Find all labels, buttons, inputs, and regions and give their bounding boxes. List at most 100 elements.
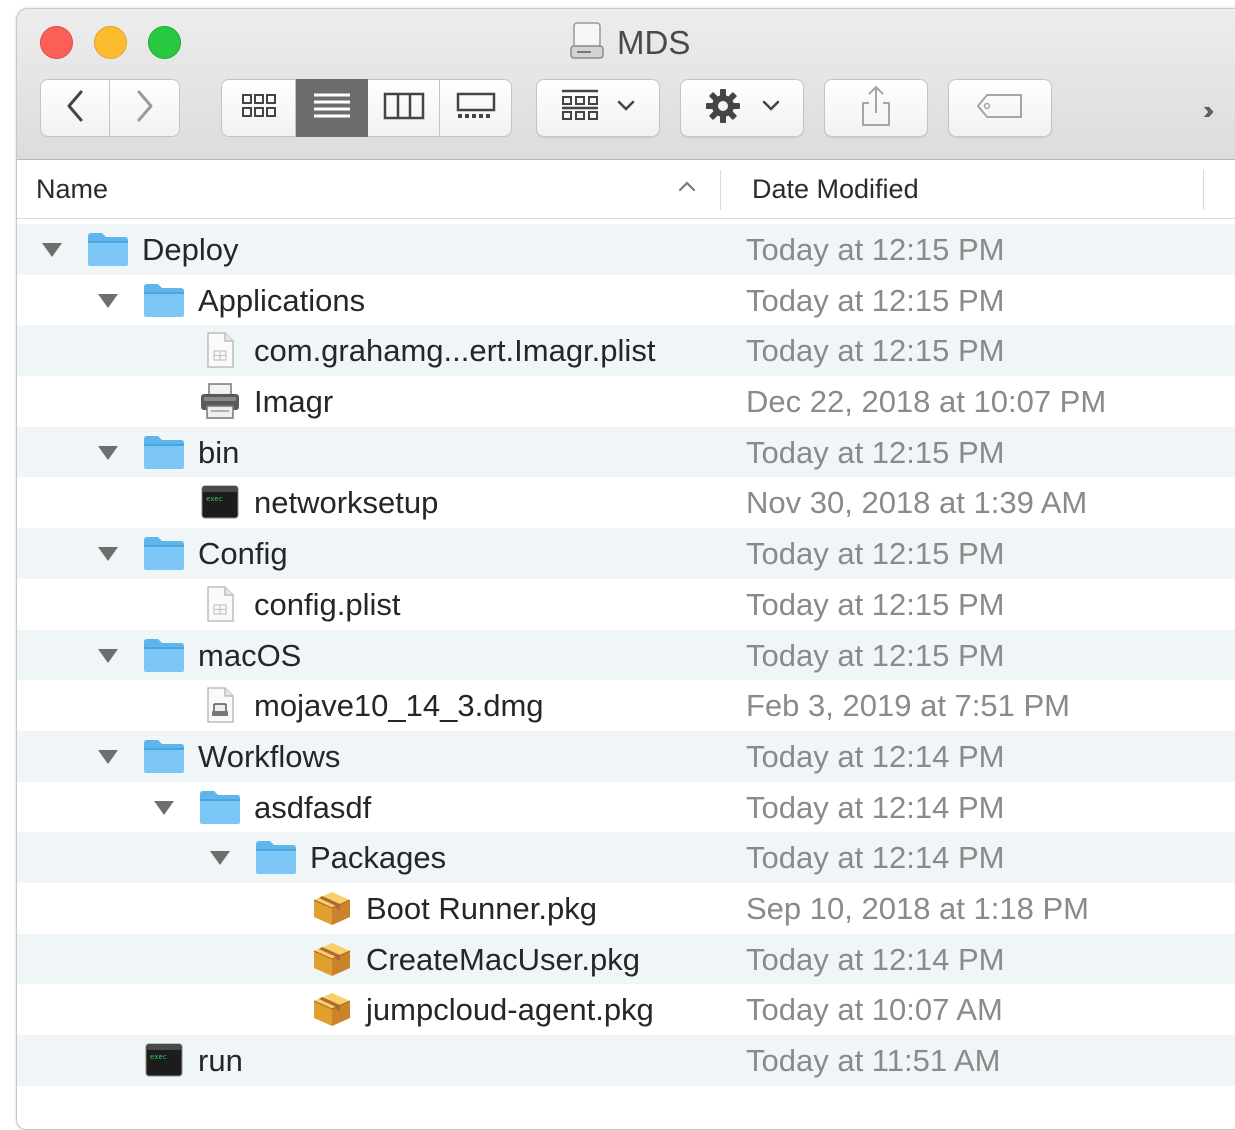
file-name: Config bbox=[198, 536, 288, 572]
list-view-button[interactable] bbox=[296, 79, 368, 137]
folder-icon bbox=[86, 230, 130, 268]
plist-file-icon bbox=[198, 585, 242, 623]
icon-view-button[interactable] bbox=[221, 79, 296, 137]
folder-icon bbox=[142, 281, 186, 319]
name-column-header[interactable]: Name bbox=[36, 174, 108, 205]
file-name: Workflows bbox=[198, 738, 341, 774]
svg-text:exec: exec bbox=[150, 1053, 167, 1061]
close-button[interactable] bbox=[40, 26, 73, 59]
file-row[interactable]: Imagr Dec 22, 2018 at 10:07 PM bbox=[17, 376, 1235, 427]
file-date-modified: Today at 12:14 PM bbox=[746, 941, 1005, 977]
share-button[interactable] bbox=[824, 79, 928, 137]
gallery-view-icon bbox=[456, 92, 496, 125]
file-row[interactable]: config.plist Today at 12:15 PM bbox=[17, 579, 1235, 630]
terminal-executable-icon: exec bbox=[198, 483, 242, 521]
chevron-left-icon bbox=[65, 89, 85, 128]
column-divider[interactable] bbox=[720, 170, 721, 210]
file-date-modified: Today at 12:15 PM bbox=[746, 333, 1005, 369]
chevron-right-icon bbox=[135, 89, 155, 128]
file-name: mojave10_14_3.dmg bbox=[254, 688, 544, 724]
svg-text:exec: exec bbox=[206, 495, 223, 503]
folder-icon bbox=[142, 433, 186, 471]
file-name: Imagr bbox=[254, 384, 334, 420]
file-row[interactable]: asdfasdf Today at 12:14 PM bbox=[17, 782, 1235, 833]
file-row[interactable]: exec run Today at 11:51 AM bbox=[17, 1035, 1235, 1086]
file-row[interactable]: Config Today at 12:15 PM bbox=[17, 528, 1235, 579]
file-name: run bbox=[198, 1043, 243, 1078]
file-date-modified: Today at 12:15 PM bbox=[746, 637, 1005, 673]
file-row[interactable]: Boot Runner.pkg Sep 10, 2018 at 1:18 PM bbox=[17, 883, 1235, 934]
file-date-modified: Feb 3, 2019 at 7:51 PM bbox=[746, 688, 1070, 724]
tag-icon bbox=[975, 92, 1025, 125]
disclosure-triangle-expanded-icon[interactable] bbox=[40, 241, 64, 264]
file-date-modified: Today at 12:15 PM bbox=[746, 536, 1005, 572]
printer-app-icon bbox=[198, 382, 242, 420]
file-name: com.grahamg...ert.Imagr.plist bbox=[254, 333, 656, 369]
action-button[interactable] bbox=[680, 79, 804, 137]
file-name: Packages bbox=[310, 840, 447, 876]
disk-image-file-icon bbox=[198, 686, 242, 724]
navigation-buttons bbox=[40, 79, 180, 137]
toolbar-overflow-button[interactable]: ›› bbox=[1203, 95, 1215, 126]
file-row[interactable]: com.grahamg...ert.Imagr.plist Today at 12… bbox=[17, 325, 1235, 377]
folder-icon bbox=[198, 788, 242, 826]
file-date-modified: Today at 12:15 PM bbox=[746, 282, 1005, 318]
file-row[interactable]: exec networksetup Nov 30, 2018 at 1:39 AM bbox=[17, 477, 1235, 528]
disclosure-triangle-expanded-icon[interactable] bbox=[96, 647, 120, 670]
file-row[interactable]: Workflows Today at 12:14 PM bbox=[17, 730, 1235, 782]
chevron-down-icon bbox=[761, 99, 781, 118]
file-row[interactable]: bin Today at 12:15 PM bbox=[17, 426, 1235, 478]
package-icon bbox=[310, 990, 354, 1028]
sort-ascending-icon bbox=[677, 179, 697, 198]
disclosure-triangle-expanded-icon[interactable] bbox=[152, 799, 176, 822]
file-name: Boot Runner.pkg bbox=[366, 890, 597, 926]
folder-icon bbox=[142, 737, 186, 775]
disclosure-triangle-expanded-icon[interactable] bbox=[96, 292, 120, 315]
file-name: networksetup bbox=[254, 485, 439, 521]
file-row[interactable]: Packages Today at 12:14 PM bbox=[17, 832, 1235, 883]
plist-file-icon bbox=[198, 331, 242, 369]
file-row[interactable]: jumpcloud-agent.pkg Today at 10:07 AM bbox=[17, 984, 1235, 1035]
file-list: Deploy Today at 12:15 PM Applications Today… bbox=[17, 224, 1235, 1086]
column-view-icon bbox=[383, 92, 425, 125]
disclosure-triangle-expanded-icon[interactable] bbox=[96, 444, 120, 467]
window-title-text: MDS bbox=[617, 24, 691, 61]
terminal-executable-icon: exec bbox=[142, 1041, 186, 1079]
file-date-modified: Dec 22, 2018 at 10:07 PM bbox=[746, 384, 1107, 420]
column-view-button[interactable] bbox=[368, 79, 440, 137]
column-header: Name Date Modified bbox=[17, 160, 1235, 219]
file-row[interactable]: CreateMacUser.pkg Today at 12:14 PM bbox=[17, 933, 1235, 985]
file-name: macOS bbox=[198, 637, 302, 673]
file-name: jumpcloud-agent.pkg bbox=[366, 992, 654, 1028]
file-name: config.plist bbox=[254, 586, 401, 622]
tag-button[interactable] bbox=[948, 79, 1052, 137]
file-date-modified: Sep 10, 2018 at 1:18 PM bbox=[746, 890, 1089, 926]
disclosure-triangle-expanded-icon[interactable] bbox=[96, 545, 120, 568]
file-row[interactable]: Deploy Today at 12:15 PM bbox=[17, 224, 1235, 275]
disclosure-triangle-expanded-icon[interactable] bbox=[208, 849, 232, 872]
folder-icon bbox=[254, 838, 298, 876]
column-divider[interactable] bbox=[1203, 170, 1204, 210]
file-name: CreateMacUser.pkg bbox=[366, 941, 640, 977]
file-row[interactable]: macOS Today at 12:15 PM bbox=[17, 629, 1235, 681]
file-name: asdfasdf bbox=[254, 789, 372, 825]
minimize-button[interactable] bbox=[94, 26, 127, 59]
disclosure-triangle-expanded-icon[interactable] bbox=[96, 748, 120, 771]
file-date-modified: Today at 12:15 PM bbox=[746, 232, 1005, 267]
file-row[interactable]: mojave10_14_3.dmg Feb 3, 2019 at 7:51 PM bbox=[17, 680, 1235, 731]
list-view-icon bbox=[312, 91, 352, 126]
group-by-icon bbox=[560, 88, 600, 129]
file-row[interactable]: Applications Today at 12:15 PM bbox=[17, 275, 1235, 326]
forward-button[interactable] bbox=[110, 79, 180, 137]
back-button[interactable] bbox=[40, 79, 110, 137]
chevron-down-icon bbox=[616, 99, 636, 118]
file-date-modified: Today at 12:15 PM bbox=[746, 434, 1005, 470]
icon-view-icon bbox=[241, 93, 277, 124]
zoom-button[interactable] bbox=[148, 26, 181, 59]
file-date-modified: Nov 30, 2018 at 1:39 AM bbox=[746, 485, 1088, 521]
file-date-modified: Today at 12:14 PM bbox=[746, 840, 1005, 876]
gallery-view-button[interactable] bbox=[440, 79, 512, 137]
date-modified-column-header[interactable]: Date Modified bbox=[752, 174, 919, 205]
group-by-button[interactable] bbox=[536, 79, 660, 137]
folder-icon bbox=[142, 636, 186, 674]
